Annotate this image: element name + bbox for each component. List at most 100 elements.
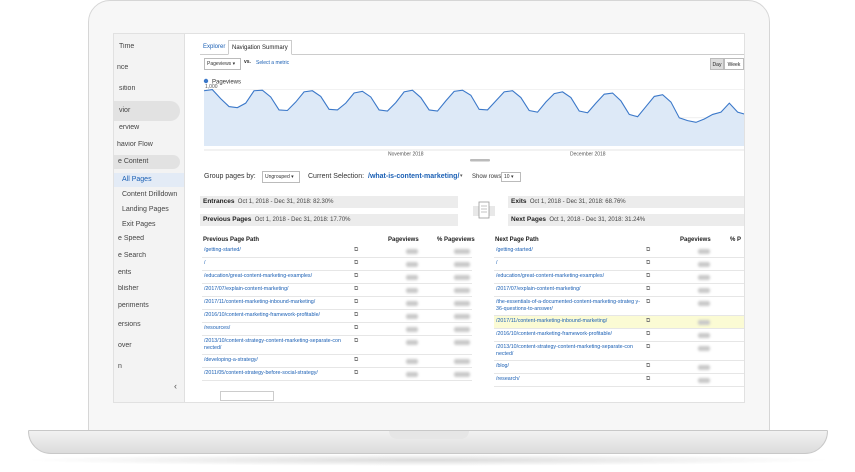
table-row: /getting-started/⧉ xyxy=(202,245,472,258)
select-metric-link[interactable]: Select a metric xyxy=(256,60,289,66)
open-page-icon[interactable]: ⧉ xyxy=(354,247,358,254)
prev-path-link[interactable]: /2013/10/content-strategy-content-market… xyxy=(204,338,354,351)
tab-navigation-summary[interactable]: Navigation Summary xyxy=(228,40,292,55)
sidebar-item-all-pages[interactable]: All Pages xyxy=(114,173,184,187)
pageviews-area xyxy=(204,89,744,146)
next-path-link[interactable]: /education/great-content-marketing-examp… xyxy=(496,273,646,280)
next-path-link[interactable]: /2016/10/content-marketing-framework-pro… xyxy=(496,331,646,338)
sidebar-item-behavior[interactable]: vior xyxy=(114,101,180,121)
show-rows-select[interactable]: 10 ▾ xyxy=(501,172,521,182)
current-selection-value[interactable]: /what-is-content-marketing/ xyxy=(368,173,459,180)
next-path-link[interactable]: /the-essentials-of-a-documented-content-… xyxy=(496,299,646,312)
sidebar-item-acquisition[interactable]: sition xyxy=(114,85,184,99)
pageviews-chart: Pageviews 1,000500November 2018December … xyxy=(203,78,744,162)
group-pages-select[interactable]: Ungrouped ▾ xyxy=(262,171,300,183)
sidebar-item-content-drilldown[interactable]: Content Drilldown xyxy=(114,188,184,202)
redacted-percent xyxy=(454,288,470,293)
open-page-icon[interactable]: ⧉ xyxy=(354,260,358,267)
collapse-sidebar-icon[interactable]: ‹ xyxy=(174,381,177,391)
tab-explorer[interactable]: Explorer xyxy=(200,40,228,55)
prev-header-pageviews: Pageviews xyxy=(388,237,419,243)
range-week-button[interactable]: Week xyxy=(724,58,744,70)
next-header-path: Next Page Path xyxy=(495,237,539,243)
prev-path-link[interactable]: / xyxy=(204,260,354,267)
open-page-icon[interactable]: ⧉ xyxy=(354,312,358,319)
open-page-icon[interactable]: ⧉ xyxy=(646,318,650,325)
entrances-label: Entrances xyxy=(203,198,235,205)
table-row: / ⧉ xyxy=(494,258,744,271)
open-page-icon[interactable]: ⧉ xyxy=(354,299,358,306)
table-filter-input[interactable] xyxy=(220,391,274,401)
open-page-icon[interactable]: ⧉ xyxy=(646,286,650,293)
metric-select[interactable]: Pageviews ▾ xyxy=(204,58,241,70)
prev-path-link[interactable]: /developing-a-strategy/ xyxy=(204,357,354,364)
redacted-percent xyxy=(454,327,470,332)
open-page-icon[interactable]: ⧉ xyxy=(354,325,358,332)
legend-swatch xyxy=(203,78,209,84)
redacted-pageviews xyxy=(698,262,710,267)
metric-select-value: Pageviews xyxy=(207,61,232,67)
sidebar-item-conversions[interactable]: ersions xyxy=(114,321,184,335)
prev-path-link[interactable]: /2011/05/content-strategy-before-social-… xyxy=(204,370,354,377)
redacted-pageviews xyxy=(698,288,710,293)
next-path-link[interactable]: /blog/ xyxy=(496,363,646,370)
sidebar-item-behavior-overview[interactable]: erview xyxy=(114,124,184,138)
redacted-percent xyxy=(454,249,470,254)
group-pages-label: Group pages by: xyxy=(204,173,256,180)
metric-row: Pageviews ▾ vs. Select a metric Day Week xyxy=(204,58,744,70)
sidebar-item-publisher[interactable]: blisher xyxy=(114,285,184,299)
current-selection-label: Current Selection: xyxy=(308,173,365,180)
redacted-pageviews xyxy=(698,275,710,280)
previous-pages-label: Previous Pages xyxy=(203,216,252,223)
sidebar-item-site-search[interactable]: e Search xyxy=(114,252,184,266)
redacted-percent xyxy=(454,262,470,267)
next-path-link[interactable]: / xyxy=(496,260,646,267)
range-day-button[interactable]: Day xyxy=(710,58,724,70)
sidebar-item-admin[interactable]: n xyxy=(114,363,184,377)
open-page-icon[interactable]: ⧉ xyxy=(354,273,358,280)
table-row: /blog/⧉ xyxy=(494,361,744,374)
sidebar-item-experiments[interactable]: periments xyxy=(114,302,184,316)
next-path-link[interactable]: /2017/11/content-marketing-inbound-marke… xyxy=(496,318,646,325)
current-selection-dropdown-icon[interactable]: ▾ xyxy=(460,173,463,179)
next-path-link[interactable]: /getting-started/ xyxy=(496,247,646,254)
open-page-icon[interactable]: ⧉ xyxy=(646,363,650,370)
sidebar-item-site-content[interactable]: e Content xyxy=(114,155,180,169)
open-page-icon[interactable]: ⧉ xyxy=(646,299,650,306)
next-path-link[interactable]: /2013/10/content-strategy-content-market… xyxy=(496,344,646,357)
table-row: / ⧉ xyxy=(202,258,472,271)
open-page-icon[interactable]: ⧉ xyxy=(354,338,358,345)
redacted-pageviews xyxy=(698,378,710,383)
sidebar-item-site-speed[interactable]: e Speed xyxy=(114,235,184,249)
x-axis-label: December 2018 xyxy=(570,152,606,158)
sidebar-item-discover[interactable]: over xyxy=(114,342,184,356)
redacted-pageviews xyxy=(406,314,418,319)
open-page-icon[interactable]: ⧉ xyxy=(646,260,650,267)
prev-path-link[interactable]: /resources/ xyxy=(204,325,354,332)
sidebar-item-audience[interactable]: nce xyxy=(114,64,184,78)
sidebar-item-exit-pages[interactable]: Exit Pages xyxy=(114,218,184,232)
next-header-pageviews: Pageviews xyxy=(680,237,711,243)
prev-path-link[interactable]: /2017/07/explain-content-marketing/ xyxy=(204,286,354,293)
prev-path-link[interactable]: /getting-started/ xyxy=(204,247,354,254)
prev-path-link[interactable]: /2016/10/content-marketing-framework-pro… xyxy=(204,312,354,319)
sidebar-item-behavior-flow[interactable]: havior Flow xyxy=(114,141,184,155)
prev-path-link[interactable]: /education/great-content-marketing-examp… xyxy=(204,273,354,280)
table-row: /2013/10/content-strategy-content-market… xyxy=(494,342,744,361)
chart-resize-handle[interactable] xyxy=(470,159,490,162)
open-page-icon[interactable]: ⧉ xyxy=(646,247,650,254)
open-page-icon[interactable]: ⧉ xyxy=(354,357,358,364)
sidebar-item-events[interactable]: ents xyxy=(114,269,184,283)
prev-path-link[interactable]: /2017/11/content-marketing-inbound-marke… xyxy=(204,299,354,306)
open-page-icon[interactable]: ⧉ xyxy=(646,376,650,383)
redacted-pageviews xyxy=(698,249,710,254)
open-page-icon[interactable]: ⧉ xyxy=(646,331,650,338)
next-path-link[interactable]: /2017/07/explain-content-marketing/ xyxy=(496,286,646,293)
sidebar-item-realtime[interactable]: Time xyxy=(114,43,184,57)
next-path-link[interactable]: /research/ xyxy=(496,376,646,383)
open-page-icon[interactable]: ⧉ xyxy=(646,344,650,351)
open-page-icon[interactable]: ⧉ xyxy=(354,370,358,377)
open-page-icon[interactable]: ⧉ xyxy=(646,273,650,280)
open-page-icon[interactable]: ⧉ xyxy=(354,286,358,293)
sidebar-item-landing-pages[interactable]: Landing Pages xyxy=(114,203,184,217)
